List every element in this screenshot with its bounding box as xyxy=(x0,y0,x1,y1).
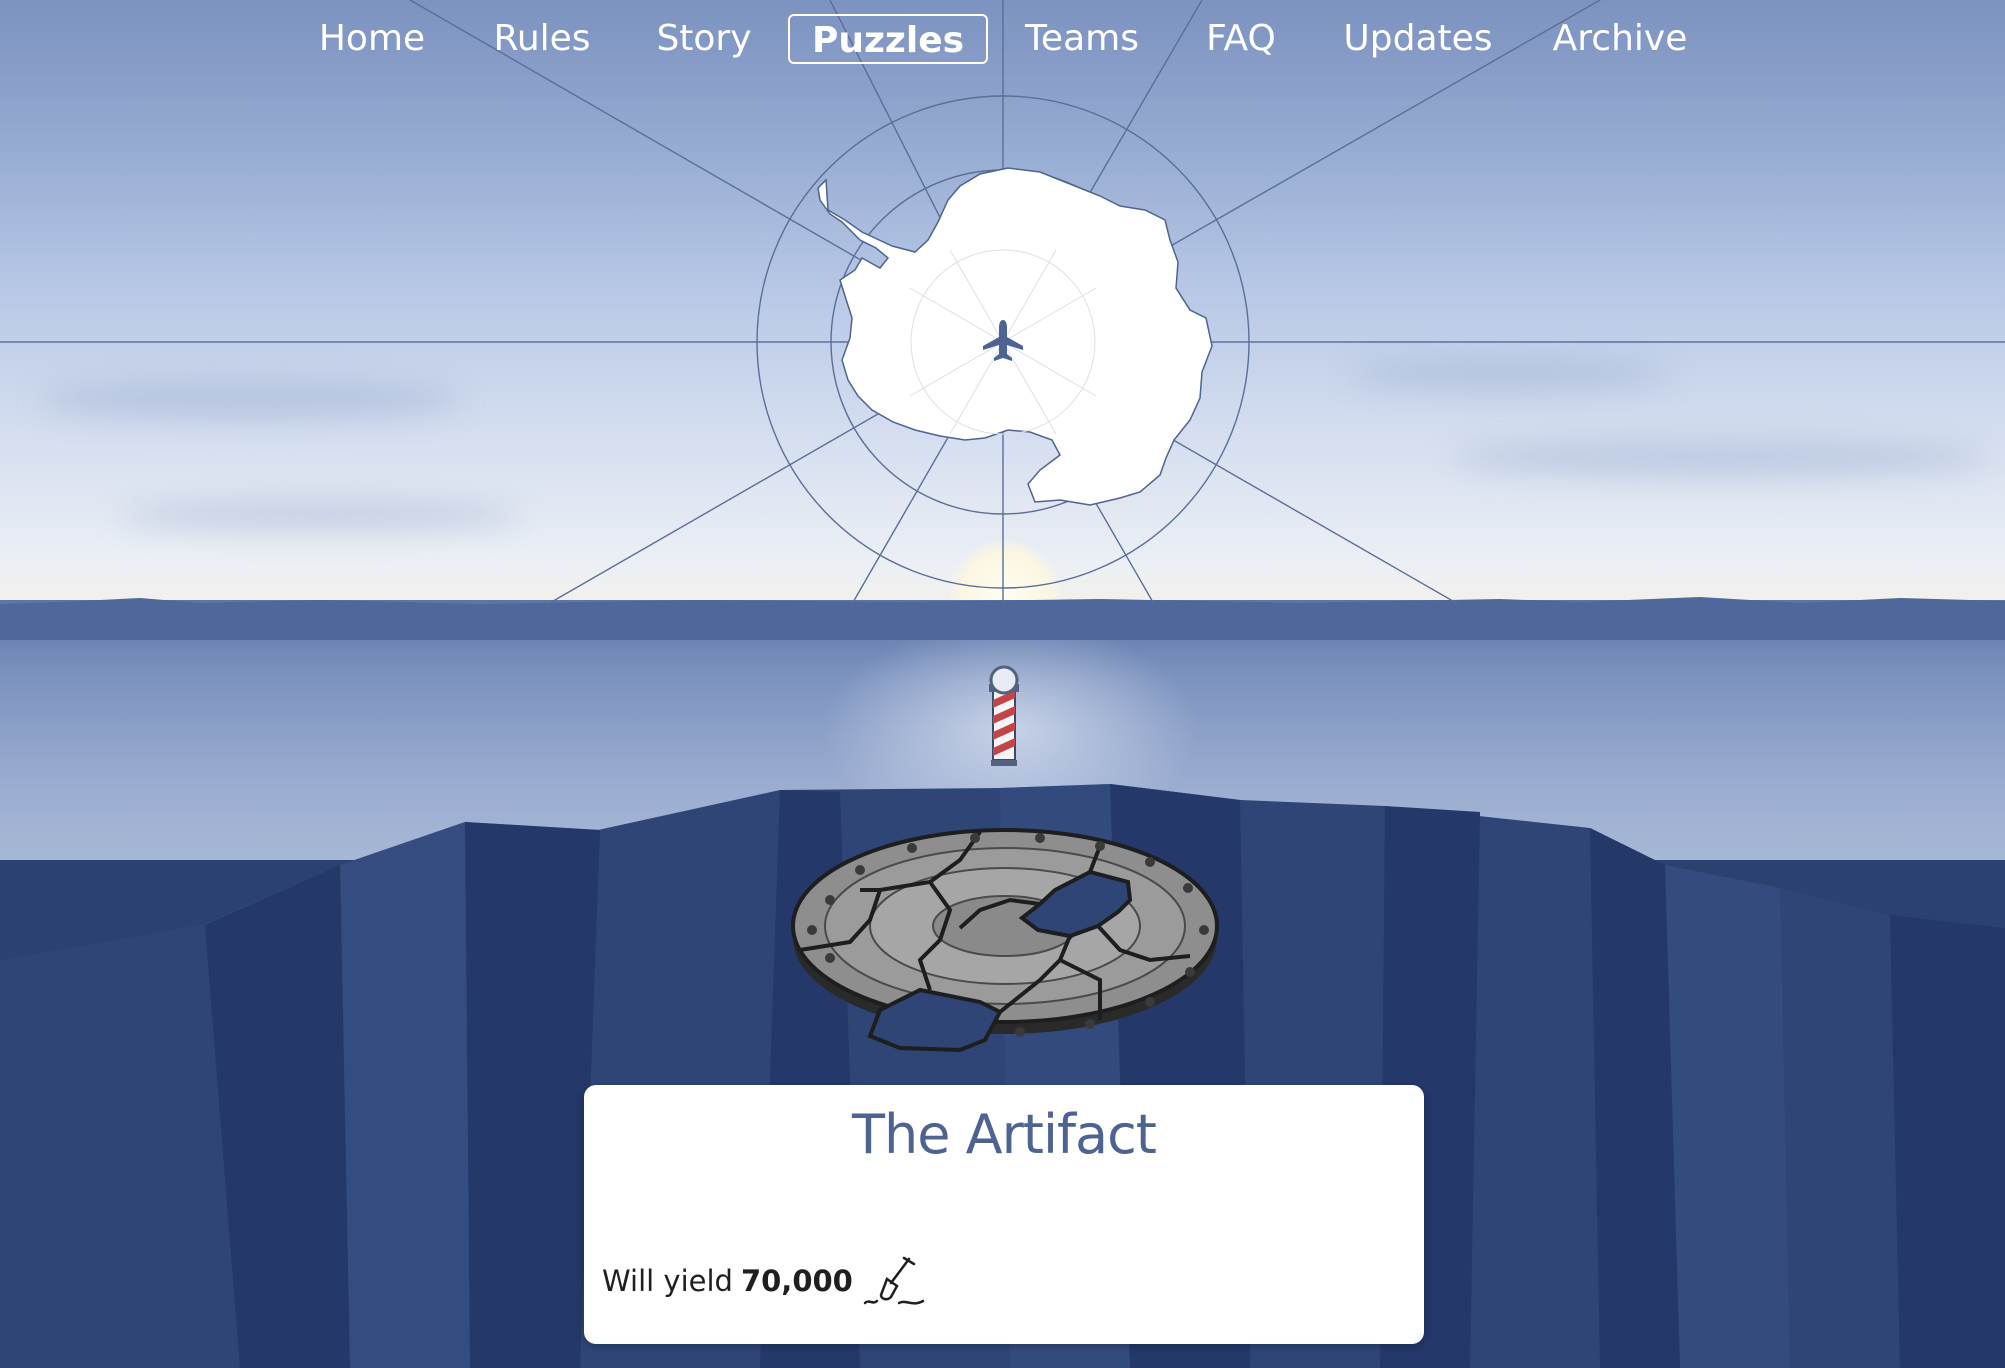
yield-prefix: Will yield xyxy=(602,1264,733,1298)
nav-faq[interactable]: FAQ xyxy=(1196,14,1286,64)
shovel-icon xyxy=(863,1256,925,1305)
antarctica-icon xyxy=(817,167,1213,506)
nav-rules[interactable]: Rules xyxy=(482,14,602,64)
yield-value: 70,000 xyxy=(740,1264,853,1298)
nav-story[interactable]: Story xyxy=(648,14,760,64)
puzzle-card[interactable]: The Artifact Will yield 70,000 xyxy=(584,1085,1424,1344)
nav-puzzles[interactable]: Puzzles xyxy=(788,14,988,64)
card-yield: Will yield 70,000 xyxy=(602,1253,927,1309)
nav-home[interactable]: Home xyxy=(312,14,432,64)
nav-updates[interactable]: Updates xyxy=(1340,14,1496,64)
barber-pole-marker-icon xyxy=(989,665,1019,766)
card-title[interactable]: The Artifact xyxy=(584,1103,1424,1166)
nav-teams[interactable]: Teams xyxy=(1022,14,1142,64)
nav-archive[interactable]: Archive xyxy=(1548,14,1692,64)
top-nav: Home Rules Story Puzzles Teams FAQ Updat… xyxy=(0,14,2005,68)
